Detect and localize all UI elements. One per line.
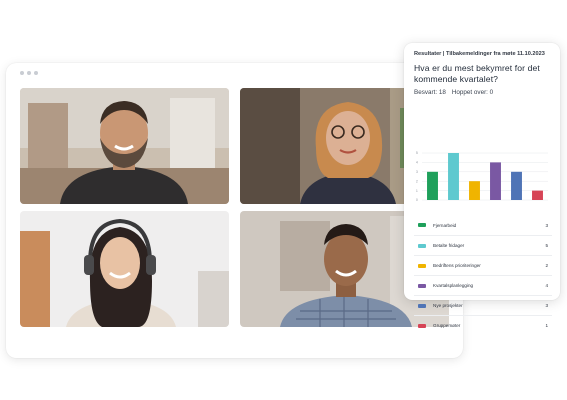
- y-tick-label: 1: [416, 189, 418, 193]
- y-tick-label: 0: [416, 198, 418, 202]
- legend-label: Betalte fridager: [433, 243, 465, 248]
- results-panel: Resultater | Tilbakemeldinger fra møte 1…: [404, 43, 560, 328]
- legend-row[interactable]: Kvartalsplanlegging 4: [414, 275, 552, 295]
- legend-row[interactable]: Betalte fridager 5: [414, 235, 552, 255]
- legend-row[interactable]: Bedriftens prioriteringer 2: [414, 255, 552, 275]
- chart-bar-6[interactable]: [532, 190, 543, 200]
- stage: Resultater | Tilbakemeldinger fra møte 1…: [0, 0, 567, 400]
- legend-row[interactable]: Gruppemøter 1: [414, 315, 552, 335]
- legend-count: 4: [545, 283, 548, 288]
- legend-row[interactable]: Fjernarbeid 3: [414, 215, 552, 235]
- participant-3-video: [20, 211, 229, 327]
- legend-count: 5: [545, 243, 548, 248]
- chart-bar-5[interactable]: [511, 171, 522, 200]
- response-stats: Besvart: 18 Hoppet over: 0: [414, 89, 550, 96]
- y-tick-label: 4: [416, 161, 418, 165]
- legend-label: Nye prosjekter: [433, 303, 463, 308]
- legend-swatch-icon: [418, 223, 426, 227]
- window-controls[interactable]: [20, 71, 38, 75]
- legend-count: 2: [545, 263, 548, 268]
- chart-bar-2[interactable]: [448, 153, 459, 200]
- window-dot-icon[interactable]: [20, 71, 24, 75]
- chart-bar-1[interactable]: [427, 171, 438, 200]
- chart-bar-3[interactable]: [469, 181, 480, 200]
- results-bar-chart: 5 4 3 2 1 0: [416, 151, 548, 202]
- legend-label: Kvartalsplanlegging: [433, 283, 474, 288]
- legend-swatch-icon: [418, 323, 426, 328]
- legend-swatch-icon: [418, 243, 426, 248]
- legend-label: Bedriftens prioriteringer: [433, 263, 481, 268]
- results-legend: Fjernarbeid 3 Betalte fridager 5 Bedriftens …: [414, 215, 552, 335]
- skipped-count: Hoppet over: 0: [451, 89, 494, 96]
- participant-1-video: [20, 88, 229, 204]
- participant-video-tile-1[interactable]: [20, 88, 229, 204]
- y-tick-label: 3: [416, 170, 418, 174]
- legend-label: Gruppemøter: [433, 323, 461, 328]
- participant-video-tile-3[interactable]: [20, 211, 229, 327]
- window-dot-icon[interactable]: [34, 71, 38, 75]
- chart-bar-4[interactable]: [490, 162, 501, 200]
- results-header: Resultater | Tilbakemeldinger fra møte 1…: [414, 51, 545, 57]
- answered-count: Besvart: 18: [414, 89, 446, 96]
- legend-count: 3: [545, 303, 548, 308]
- y-tick-label: 5: [416, 151, 418, 155]
- legend-swatch-icon: [418, 283, 426, 288]
- survey-question: Hva er du mest bekymret for det kommende…: [414, 63, 540, 84]
- y-tick-label: 2: [416, 179, 418, 183]
- legend-count: 1: [545, 323, 548, 328]
- window-dot-icon[interactable]: [27, 71, 31, 75]
- legend-swatch-icon: [418, 303, 426, 308]
- legend-count: 3: [545, 222, 548, 228]
- video-call-window: [6, 63, 463, 358]
- legend-row[interactable]: Nye prosjekter 3: [414, 295, 552, 315]
- legend-label: Fjernarbeid: [433, 222, 457, 228]
- legend-swatch-icon: [418, 263, 426, 268]
